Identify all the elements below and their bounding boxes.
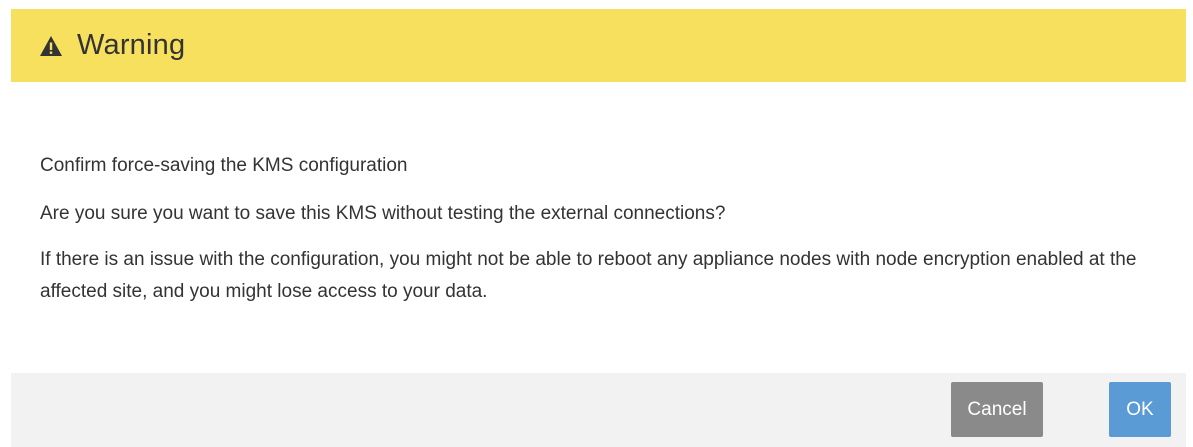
warning-dialog: Warning Confirm force-saving the KMS con… [0, 0, 1193, 447]
dialog-footer: Cancel OK [11, 373, 1186, 447]
dialog-body: Confirm force-saving the KMS configurati… [40, 150, 1160, 308]
cancel-button[interactable]: Cancel [951, 382, 1043, 437]
warning-triangle-icon [39, 34, 63, 58]
ok-button[interactable]: OK [1109, 382, 1171, 437]
confirm-heading: Confirm force-saving the KMS configurati… [40, 155, 408, 176]
confirm-question: Are you sure you want to save this KMS w… [40, 203, 726, 224]
dialog-title: Warning [77, 29, 186, 61]
dialog-header: Warning [11, 9, 1186, 82]
confirm-detail: If there is an issue with the configurat… [40, 249, 1137, 302]
